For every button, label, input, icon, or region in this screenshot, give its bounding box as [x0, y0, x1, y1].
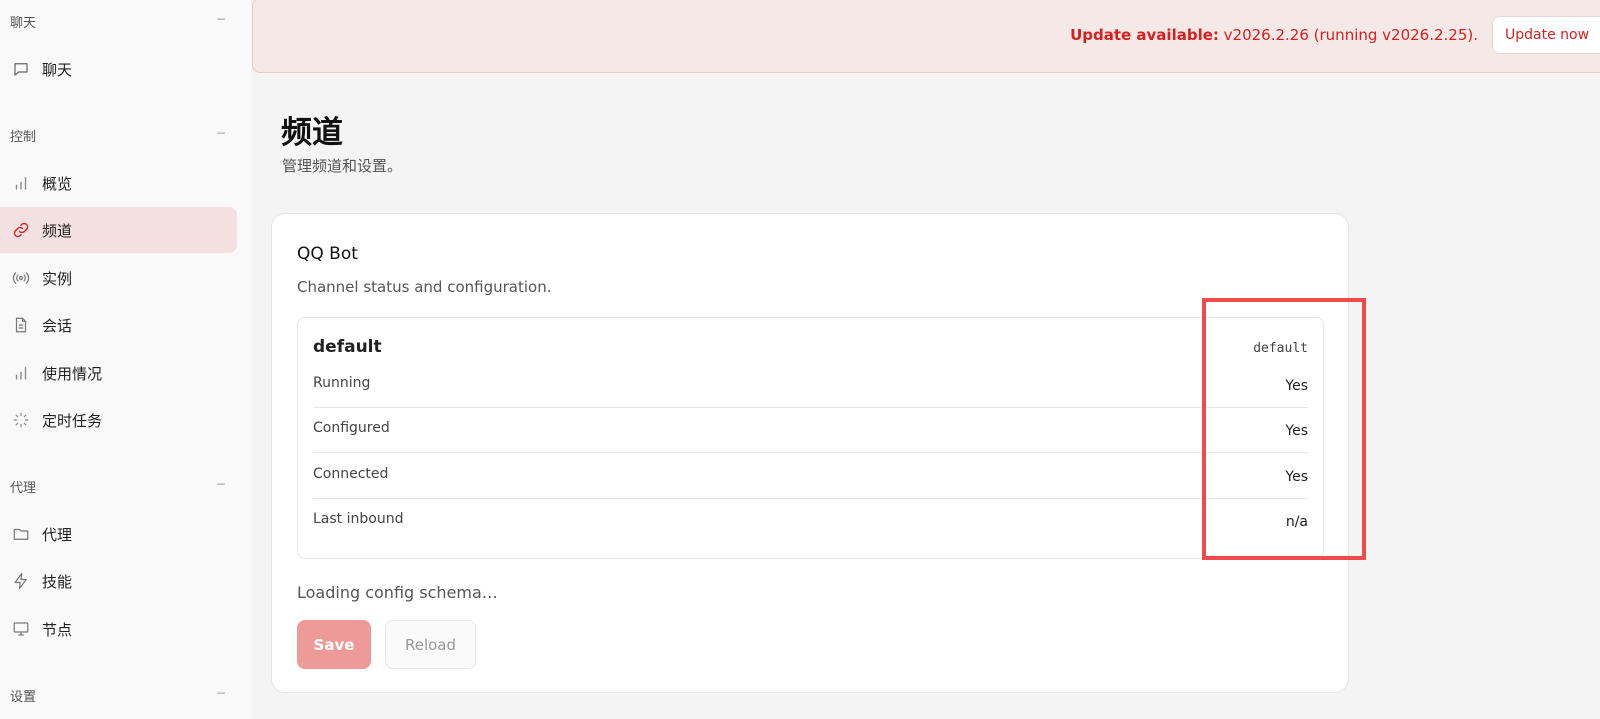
sidebar-item-label: 节点	[42, 620, 73, 639]
account-id: default	[1253, 341, 1308, 356]
page-title: 频道	[281, 115, 343, 151]
update-banner-text: Update available: v2026.2.26 (running v2…	[1070, 26, 1478, 44]
sidebar-item-scheduled-tasks[interactable]: 定时任务	[0, 397, 237, 443]
sidebar: 聊天 − 聊天 控制 − 概览 频道 实例 会话 使用情况 定时任务 代理 − …	[0, 0, 251, 719]
status-label: Running	[313, 375, 371, 391]
bar-chart-icon	[11, 363, 31, 383]
status-label: Connected	[313, 466, 389, 482]
lightning-icon	[11, 571, 31, 591]
monitor-icon	[11, 619, 31, 639]
collapse-icon[interactable]: −	[216, 126, 226, 140]
sidebar-item-sessions[interactable]: 会话	[0, 302, 237, 348]
sidebar-item-label: 代理	[42, 525, 73, 544]
update-message: v2026.2.26 (running v2026.2.25).	[1223, 26, 1478, 44]
sidebar-item-label: 实例	[42, 269, 73, 288]
sidebar-item-nodes[interactable]: 节点	[0, 606, 237, 652]
sidebar-item-label: 使用情况	[42, 364, 103, 383]
channel-description: Channel status and configuration.	[297, 278, 552, 296]
collapse-icon[interactable]: −	[216, 477, 226, 491]
section-title: 代理	[10, 480, 37, 496]
status-row-running: Running Yes	[313, 363, 1308, 408]
status-row-connected: Connected Yes	[313, 454, 1308, 499]
reload-button[interactable]: Reload	[385, 620, 476, 669]
folder-icon	[11, 524, 31, 544]
bar-chart-icon	[11, 173, 31, 193]
channel-title: QQ Bot	[297, 244, 358, 264]
status-value: Yes	[1285, 378, 1308, 394]
app-root: 聊天 − 聊天 控制 − 概览 频道 实例 会话 使用情况 定时任务 代理 − …	[0, 0, 1600, 719]
chat-bubble-icon	[11, 59, 31, 79]
status-value: n/a	[1285, 514, 1308, 530]
section-title: 控制	[10, 129, 37, 145]
sidebar-item-overview[interactable]: 概览	[0, 160, 237, 206]
status-row-last-inbound: Last inbound n/a	[313, 499, 1308, 544]
save-button[interactable]: Save	[297, 620, 371, 669]
update-available-label: Update available:	[1070, 26, 1219, 44]
sidebar-item-label: 聊天	[42, 60, 73, 79]
sidebar-item-chat[interactable]: 聊天	[0, 46, 237, 92]
status-value: Yes	[1285, 469, 1308, 485]
update-now-button[interactable]: Update now	[1492, 16, 1600, 54]
sidebar-item-label: 技能	[42, 572, 73, 591]
sidebar-item-agents[interactable]: 代理	[0, 511, 237, 557]
page-subtitle: 管理频道和设置。	[282, 157, 403, 175]
loading-config-text: Loading config schema…	[297, 583, 498, 602]
sidebar-section-control[interactable]: 控制 −	[10, 125, 230, 145]
sidebar-item-label: 定时任务	[42, 411, 103, 430]
sidebar-item-channels[interactable]: 频道	[0, 207, 237, 253]
sidebar-item-instances[interactable]: 实例	[0, 255, 237, 301]
sidebar-item-usage[interactable]: 使用情况	[0, 350, 237, 396]
collapse-icon[interactable]: −	[216, 686, 226, 700]
status-label: Last inbound	[313, 511, 404, 527]
sidebar-section-chat[interactable]: 聊天 −	[10, 11, 230, 31]
loader-icon	[11, 410, 31, 430]
collapse-icon[interactable]: −	[216, 12, 226, 26]
status-value: Yes	[1285, 423, 1308, 439]
account-name: default	[313, 337, 382, 357]
section-title: 设置	[10, 689, 37, 705]
account-status-box: default default Running Yes Configured Y…	[297, 317, 1324, 559]
status-row-configured: Configured Yes	[313, 408, 1308, 453]
channel-card: QQ Bot Channel status and configuration.…	[271, 213, 1349, 693]
sidebar-item-label: 频道	[42, 221, 73, 240]
sidebar-item-label: 概览	[42, 174, 73, 193]
sidebar-section-agents[interactable]: 代理 −	[10, 476, 230, 496]
sidebar-item-skills[interactable]: 技能	[0, 558, 237, 604]
sidebar-section-settings[interactable]: 设置 −	[10, 685, 230, 705]
broadcast-icon	[11, 268, 31, 288]
status-label: Configured	[313, 420, 390, 436]
sidebar-item-label: 会话	[42, 316, 73, 335]
section-title: 聊天	[10, 15, 37, 31]
link-icon	[11, 220, 31, 240]
document-icon	[11, 315, 31, 335]
